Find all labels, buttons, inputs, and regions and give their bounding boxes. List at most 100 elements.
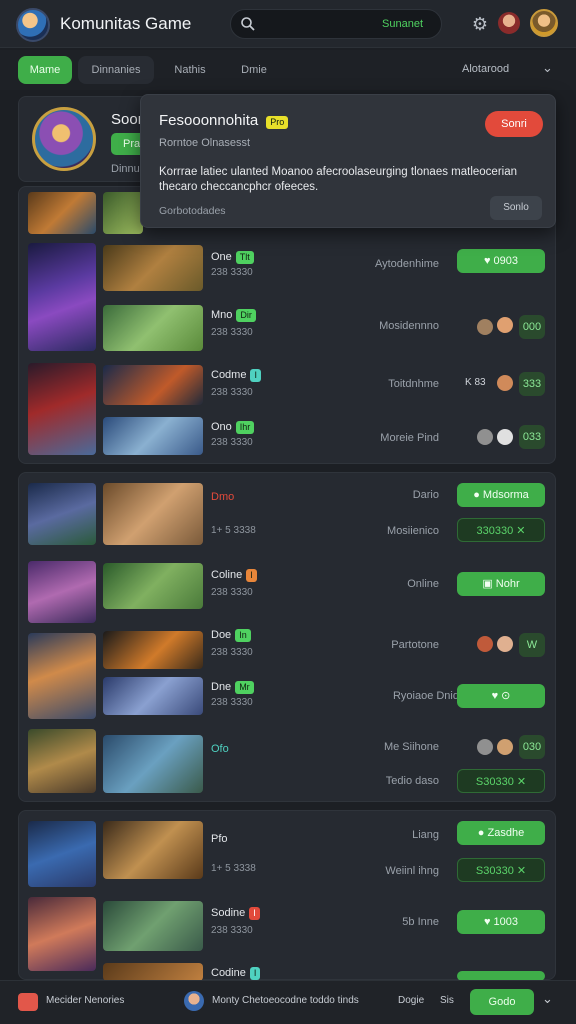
row-secondary-button[interactable]: S30330 ✕	[457, 769, 545, 793]
row-title: Dne Mr	[211, 681, 254, 694]
row-action-button[interactable]: ♥ 1003	[457, 910, 545, 934]
app-logo[interactable]	[16, 8, 50, 42]
tab-nathis[interactable]: Nathis	[162, 56, 218, 84]
row-title: Pfo	[211, 833, 228, 845]
popup-primary-button[interactable]: Sonri	[485, 111, 543, 137]
game-detail-popup: Fesooonnohita Pro Rorntoe Olnasesst Korrr…	[140, 94, 556, 228]
row-status: Ryoiaoe Dnid	[392, 690, 459, 702]
game-thumbnail	[103, 735, 203, 793]
tab-dinnanies[interactable]: Dinnanies	[78, 56, 154, 84]
user-avatar[interactable]	[184, 991, 204, 1011]
game-thumbnail	[103, 963, 203, 981]
row-title: Coline I	[211, 569, 257, 582]
row-sub: 238 3330	[211, 647, 253, 658]
popup-description: Korrrae latiec ulanted Moanoo afecroolas…	[159, 166, 517, 193]
search-input[interactable]: Sunanet	[230, 9, 442, 39]
game-cover	[28, 243, 96, 351]
top-bar: Komunitas Game Sunanet ⚙	[0, 0, 576, 48]
row-action-button[interactable]: ● Mdsorma	[457, 483, 545, 507]
game-group-2: Dmo 1+ 5 3338 Dario ● Mdsorma Mosiienico…	[18, 472, 556, 802]
game-thumbnail	[103, 305, 203, 351]
row-action-button[interactable]: ♥ 0903	[457, 249, 545, 273]
app-title: Komunitas Game	[60, 14, 192, 33]
user-avatar[interactable]	[530, 9, 558, 37]
profile-title: Soor	[111, 111, 143, 128]
game-thumbnail	[28, 192, 96, 234]
user-avatar[interactable]	[477, 319, 493, 335]
row-action-button[interactable]: 030	[519, 735, 545, 759]
row-sub: 238 3330	[211, 587, 253, 598]
user-avatar[interactable]	[497, 317, 513, 333]
row-title: Sodine I	[211, 907, 260, 920]
row-status: Weiinl ihng	[385, 865, 439, 877]
row-status: Partotone	[391, 639, 439, 651]
folder-icon[interactable]	[18, 993, 38, 1011]
game-thumbnail	[103, 417, 203, 455]
row-status: Mosidennno	[379, 320, 439, 332]
row-sub: 238 3330	[211, 437, 253, 448]
bottom-action-button[interactable]: Godo	[470, 989, 534, 1015]
row-sub: 238 3330	[211, 925, 253, 936]
search-value: Sunanet	[382, 18, 423, 30]
game-thumbnail	[103, 677, 203, 715]
user-avatar[interactable]	[477, 739, 493, 755]
row-action-button[interactable]: 333	[519, 372, 545, 396]
row-action-button[interactable]: 033	[519, 425, 545, 449]
chevron-down-icon[interactable]: ⌄	[542, 60, 553, 76]
user-avatar[interactable]	[497, 636, 513, 652]
bottom-status: Dogie	[398, 995, 425, 1006]
row-title: Codme I	[211, 369, 261, 382]
row-sub: 238 3330	[211, 327, 253, 338]
game-thumbnail	[103, 631, 203, 669]
row-secondary-button[interactable]: 330330 ✕	[457, 518, 545, 542]
popup-footer: Gorbotodades	[159, 205, 226, 217]
row-action-button[interactable]: ● Zasdhe	[457, 821, 545, 845]
row-title: Codine I	[211, 967, 261, 980]
row-status: Aytodenhime	[374, 258, 439, 270]
row-status: Toitdnhme	[388, 378, 439, 390]
game-thumbnail	[103, 365, 203, 405]
notification-avatar[interactable]	[498, 12, 520, 34]
bottom-count: Sis	[440, 995, 454, 1006]
row-title: Ono Ihr	[211, 421, 255, 434]
gear-icon[interactable]: ⚙	[470, 14, 490, 34]
row-status: Online	[407, 578, 439, 590]
row-status: Moreie Pind	[380, 432, 439, 444]
row-action-button[interactable]: ♥ ⊙	[457, 684, 545, 708]
popup-title: Fesooonnohita Pro	[159, 112, 289, 129]
tab-mame[interactable]: Mame	[18, 56, 72, 84]
row-status: Me Siihone	[383, 741, 439, 753]
row-action-button[interactable]: ▣ Nohr	[457, 572, 545, 596]
popup-secondary-button[interactable]: Sonlo	[490, 196, 542, 220]
bottom-bar: Mecider Nenories Monty Chetoeocodne todd…	[0, 980, 576, 1024]
tab-dmie[interactable]: Dmie	[228, 56, 280, 84]
row-sub: 1+ 5 3338	[211, 525, 256, 536]
game-cover	[28, 561, 96, 623]
popup-subtitle: Rorntoe Olnasesst	[159, 137, 251, 149]
row-action-button[interactable]: 000	[519, 315, 545, 339]
row-title: Dmo	[211, 491, 235, 503]
row-status: Liang	[412, 829, 439, 841]
profile-sub: Dinnu	[111, 163, 140, 175]
user-avatar[interactable]	[497, 375, 513, 391]
search-icon	[241, 17, 255, 31]
row-status: Dario	[412, 489, 439, 501]
bottom-left-label[interactable]: Mecider Nenories	[46, 995, 124, 1006]
user-avatar[interactable]	[477, 636, 493, 652]
chevron-down-icon[interactable]: ⌄	[542, 991, 553, 1007]
row-action-button[interactable]: W	[519, 633, 545, 657]
row-secondary-button[interactable]: S30330 ✕	[457, 858, 545, 882]
user-avatar[interactable]	[477, 429, 493, 445]
game-thumbnail	[103, 192, 143, 234]
game-cover	[28, 633, 96, 719]
user-avatar[interactable]	[497, 429, 513, 445]
game-cover	[28, 363, 96, 455]
game-cover	[28, 821, 96, 887]
sort-label[interactable]: Alotarood	[462, 63, 509, 75]
row-title: Doe In	[211, 629, 251, 642]
game-thumbnail	[103, 245, 203, 291]
row-sub: 1+ 5 3338	[211, 863, 256, 874]
row-status: 5b Inne	[402, 916, 439, 928]
user-avatar[interactable]	[497, 739, 513, 755]
row-sub: 238 3330	[211, 387, 253, 398]
